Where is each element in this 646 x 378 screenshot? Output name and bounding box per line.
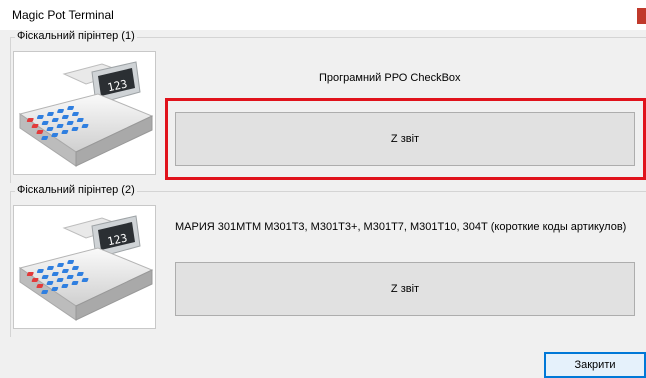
close-button-label: Закрити (574, 359, 616, 371)
printer-1-z-report-label: Z звіт (390, 133, 420, 145)
printer-2-z-report-label: Z звіт (390, 283, 420, 295)
cash-register-icon: 123 (18, 215, 154, 321)
close-button[interactable]: Закрити (544, 352, 646, 378)
printer-2-device-name: МАРИЯ 301МТМ М301Т3, М301Т3+, М301Т7, М3… (175, 221, 627, 233)
printer-1-image: 123 (13, 51, 156, 175)
close-window-icon[interactable] (637, 8, 646, 24)
printer-1-device-name: Програмний РРО CheckBox (319, 72, 461, 84)
title-bar: Magic Pot Terminal (0, 0, 646, 30)
main-window: Magic Pot Terminal Фіскальний пірінтер (… (0, 0, 646, 378)
printer-2-image: 123 (13, 205, 156, 329)
cash-register-icon: 123 (18, 61, 154, 167)
printer-1-group-label: Фіскальний пірінтер (1) (15, 30, 137, 42)
window-title: Magic Pot Terminal (12, 8, 114, 22)
printer-2-z-report-button[interactable]: Z звіт (175, 262, 635, 316)
printer-1-z-report-button[interactable]: Z звіт (175, 112, 635, 166)
printer-2-group-label: Фіскальний пірінтер (2) (15, 184, 137, 196)
